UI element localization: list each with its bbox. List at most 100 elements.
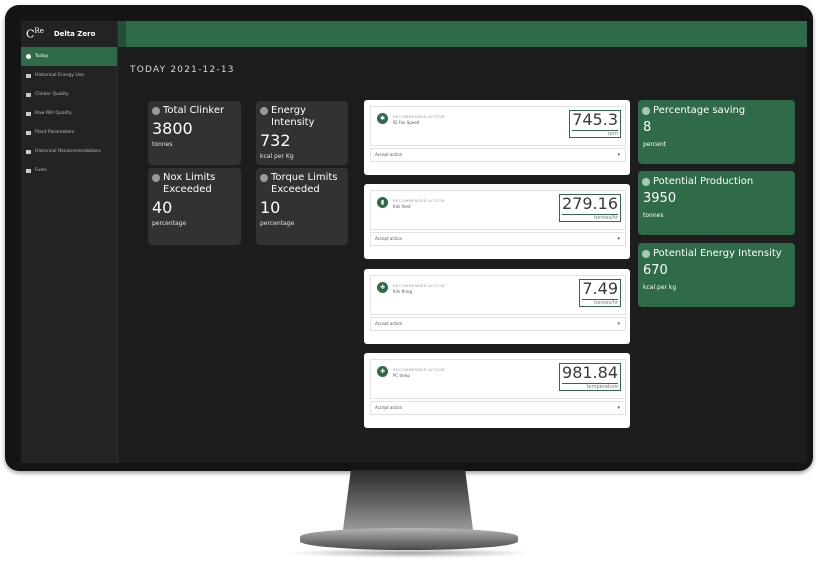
chevron-down-icon: ▾	[617, 321, 620, 327]
recommendation-header: ✚ RECOMMENDED ACTION Kiln firing 7.49 ton…	[370, 275, 626, 315]
savings-unit: kcal per kg	[643, 284, 677, 291]
accept-action-select[interactable]: Accept action ▾	[370, 232, 626, 246]
recommendation-label: RECOMMENDED ACTION	[393, 114, 445, 119]
topbar-divider	[118, 21, 126, 47]
temperature-icon: ✚	[377, 366, 388, 377]
fire-icon: ✚	[377, 282, 388, 293]
sidebar-item-label: Plant Parameters	[35, 130, 75, 135]
accept-action-select[interactable]: Accept action ▾	[370, 317, 626, 331]
recommendation-unit: rpm	[572, 130, 618, 137]
sidebar-item-label: Fuels	[35, 168, 47, 173]
list-icon	[26, 92, 31, 97]
sidebar-item-fuels[interactable]: Fuels	[21, 161, 117, 180]
feed-icon: ▮	[377, 197, 388, 208]
kpi-nox-limits: Nox Limits Exceeded 40 percentage	[148, 168, 241, 245]
sidebar-item-label: Clinker Quality	[35, 92, 69, 97]
sidebar-item-today[interactable]: Today	[21, 47, 117, 66]
kpi-energy-intensity: Energy Intensity 732 kcal per Kg	[256, 101, 348, 165]
recommendation-card: ✱ RECOMMENDED ACTION ID Fan Speed 745.3 r…	[364, 100, 630, 175]
kpi-value: 3800	[152, 119, 193, 138]
kpi-title: Total Clinker	[163, 105, 225, 116]
savings-value: 670	[643, 263, 668, 278]
sidebar-item-raw-mill-quality[interactable]: Raw Mill Quality	[21, 104, 117, 123]
app-logo: CRe	[26, 27, 44, 41]
kpi-value: 732	[260, 131, 291, 150]
recommendation-param: Kiln feed	[393, 204, 411, 209]
savings-tile-production: Potential Production 3950 tonnes	[638, 171, 795, 235]
kpi-unit: kcal per Kg	[260, 153, 294, 160]
savings-title: Potential Energy Intensity	[653, 248, 782, 259]
sidebar-item-historical-energy-use[interactable]: Historical Energy Use	[21, 66, 117, 85]
savings-tile-percentage: Percentage saving 8 percent	[638, 100, 795, 164]
kpi-value: 40	[152, 198, 173, 217]
monitor-base	[300, 528, 518, 550]
list-icon	[26, 130, 31, 135]
list-icon	[26, 73, 31, 78]
app-name: Delta Zero	[53, 30, 96, 38]
list-icon	[26, 111, 31, 116]
accept-action-select[interactable]: Accept action ▾	[370, 148, 626, 162]
fan-icon: ✱	[377, 113, 388, 124]
recommendation-label: RECOMMENDED ACTION	[393, 198, 445, 203]
sidebar-item-label: Today	[35, 54, 49, 59]
savings-tile-energy-intensity: Potential Energy Intensity 670 kcal per …	[638, 243, 795, 307]
recommendation-param: ID Fan Speed	[393, 120, 420, 125]
list-icon	[26, 149, 31, 154]
kpi-total-clinker: Total Clinker 3800 tonnes	[148, 101, 241, 165]
recommendation-header: ▮ RECOMMENDED ACTION Kiln feed 279.16 ton…	[370, 190, 626, 230]
recommendation-header: ✱ RECOMMENDED ACTION ID Fan Speed 745.3 r…	[370, 106, 626, 146]
accept-action-select[interactable]: Accept action ▾	[370, 401, 626, 415]
kpi-unit: percentage	[152, 220, 187, 227]
recommendation-card: ✚ RECOMMENDED ACTION Kiln firing 7.49 ton…	[364, 269, 630, 344]
kpi-value: 10	[260, 198, 281, 217]
info-icon	[642, 177, 650, 186]
savings-value: 8	[643, 120, 652, 135]
chevron-down-icon: ▾	[617, 236, 620, 242]
monitor-neck	[343, 470, 473, 530]
recommendation-value: 279.16 tonnes/hr	[559, 194, 621, 222]
recommendation-label: RECOMMENDED ACTION	[393, 367, 445, 372]
sidebar-item-label: Raw Mill Quality	[35, 111, 72, 116]
recommendation-value: 981.84 temperature	[559, 363, 621, 391]
kpi-title: Torque Limits Exceeded	[271, 172, 338, 195]
savings-unit: percent	[643, 141, 666, 148]
monitor-shadow	[285, 548, 535, 558]
brand: CRe Delta Zero	[21, 21, 117, 47]
recommendation-card: ▮ RECOMMENDED ACTION Kiln feed 279.16 ton…	[364, 184, 630, 259]
info-icon	[152, 174, 160, 182]
sidebar-nav: Today Historical Energy Use Clinker Qual…	[21, 47, 117, 180]
kpi-title: Energy Intensity	[271, 105, 315, 128]
chevron-down-icon: ▾	[617, 405, 620, 411]
screen: CRe Delta Zero Today Historical Energy U…	[21, 21, 807, 463]
list-icon	[26, 168, 31, 173]
recommendation-unit: tonnes/hr	[562, 214, 618, 221]
recommendation-unit: tonnes/hr	[582, 299, 618, 306]
sidebar-item-historical-recommendations[interactable]: Historical Recommendations	[21, 142, 117, 161]
kpi-unit: tonnes	[152, 141, 173, 148]
top-bar	[118, 21, 807, 47]
date-heading: TODAY 2021-12-13	[130, 65, 235, 75]
recommendation-unit: temperature	[562, 383, 618, 390]
recommendation-value: 7.49 tonnes/hr	[579, 279, 621, 307]
kpi-title: Nox Limits Exceeded	[163, 172, 216, 195]
info-icon	[642, 249, 650, 258]
info-icon	[642, 106, 650, 115]
info-icon	[260, 107, 268, 115]
kpi-unit: percentage	[260, 220, 295, 227]
main-content: TODAY 2021-12-13 Total Clinker 3800 tonn…	[118, 47, 807, 463]
recommendation-label: RECOMMENDED ACTION	[393, 283, 445, 288]
sidebar-item-clinker-quality[interactable]: Clinker Quality	[21, 85, 117, 104]
savings-unit: tonnes	[643, 212, 664, 219]
today-icon	[26, 54, 31, 59]
savings-title: Percentage saving	[653, 105, 746, 116]
recommendation-header: ✚ RECOMMENDED ACTION PC temp 981.84 tempe…	[370, 359, 626, 399]
savings-value: 3950	[643, 191, 677, 206]
recommendation-param: Kiln firing	[393, 289, 413, 294]
recommendation-param: PC temp	[393, 373, 410, 378]
sidebar-item-label: Historical Energy Use	[35, 73, 85, 78]
sidebar-item-plant-parameters[interactable]: Plant Parameters	[21, 123, 117, 142]
savings-title: Potential Production	[653, 176, 754, 187]
info-icon	[260, 174, 268, 182]
recommendation-value: 745.3 rpm	[569, 110, 621, 138]
recommendation-card: ✚ RECOMMENDED ACTION PC temp 981.84 tempe…	[364, 353, 630, 428]
